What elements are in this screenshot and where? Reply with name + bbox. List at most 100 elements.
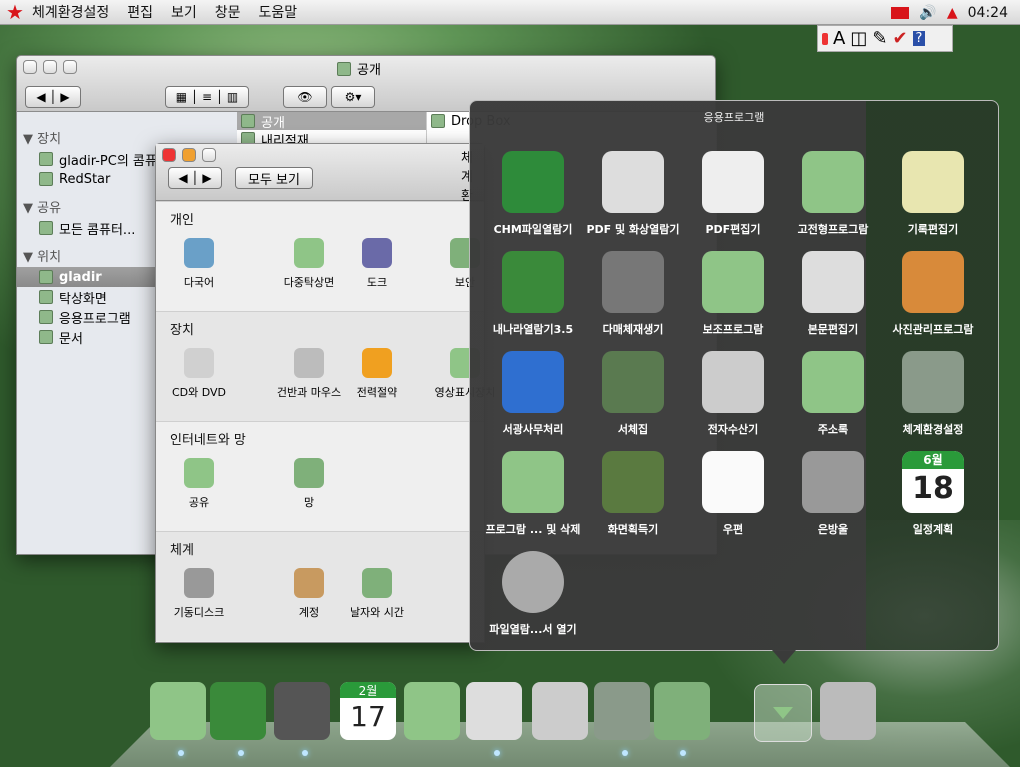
ebook-icon[interactable] <box>150 682 206 740</box>
app-item[interactable]: PDF 및 화상열람기 <box>578 151 688 237</box>
prefs-section: 인터네트와 망 공유 망 <box>156 421 484 531</box>
zoom-button[interactable] <box>63 60 77 74</box>
pref-icon <box>294 458 324 488</box>
calendar-icon[interactable]: 2월 17 <box>340 682 396 740</box>
app-item[interactable]: 주소록 <box>778 351 888 437</box>
app-label: 우편 <box>722 523 744 536</box>
menu-item[interactable]: 편집 <box>127 5 153 21</box>
app-item[interactable]: 화면획득기 <box>578 451 688 537</box>
menu-item[interactable]: 창문 <box>215 5 241 21</box>
browser-globe-icon[interactable] <box>210 682 266 740</box>
app-item[interactable]: 파일열람...서 열기 <box>478 551 588 637</box>
menu-item[interactable]: 도움말 <box>259 5 298 21</box>
app-item[interactable]: CHM파일열람기 <box>478 151 588 237</box>
app-label: 화면획득기 <box>607 523 659 536</box>
pdf-viewer-icon[interactable] <box>466 682 522 740</box>
close-dot-icon[interactable] <box>822 32 828 45</box>
app-item[interactable]: 은방울 <box>778 451 888 537</box>
check-icon[interactable]: ✔ <box>892 28 907 49</box>
close-button[interactable] <box>23 60 37 74</box>
app-icon <box>602 351 664 413</box>
back-forward-buttons[interactable]: ◀ │ ▶ <box>25 86 81 108</box>
minimize-button[interactable] <box>182 148 196 162</box>
pref-label: 기동디스크 <box>173 606 225 619</box>
volume-icon[interactable]: 🔊 <box>919 5 936 21</box>
calendar-day: 17 <box>350 700 386 733</box>
app-label: PDF편집기 <box>705 223 761 236</box>
pref-pane[interactable]: CD와 DVD <box>154 348 244 400</box>
app-item[interactable]: 보조프로그람 <box>678 251 788 337</box>
app-item[interactable]: 전자수산기 <box>678 351 788 437</box>
app-icon <box>902 151 964 213</box>
pref-icon <box>362 238 392 268</box>
disclosure-triangle-icon[interactable]: ▼ <box>23 132 37 147</box>
system-info-icon[interactable] <box>654 682 710 740</box>
pref-pane[interactable]: 공유 <box>154 458 244 510</box>
pref-icon <box>362 568 392 598</box>
system-preferences-icon[interactable] <box>594 682 650 740</box>
app-item[interactable]: 6월 18 일정계획 <box>878 451 988 537</box>
app-item[interactable]: 사진관리프로그람 <box>878 251 988 337</box>
menu-item[interactable]: 보기 <box>171 5 197 21</box>
app-item[interactable]: 서광사무처리 <box>478 351 588 437</box>
pref-pane[interactable]: 기동디스크 <box>154 568 244 620</box>
app-label: 파일열람...서 열기 <box>489 623 577 636</box>
disclosure-triangle-icon[interactable]: ▼ <box>23 201 37 216</box>
pref-pane[interactable]: 도크 <box>332 238 422 290</box>
app-label: 본문편집기 <box>807 323 859 336</box>
app-label: 사진관리프로그람 <box>892 323 974 336</box>
font-a-icon[interactable]: A <box>833 28 845 49</box>
app-item[interactable]: 본문편집기 <box>778 251 888 337</box>
pref-pane[interactable]: 망 <box>264 458 354 510</box>
close-button[interactable] <box>162 148 176 162</box>
prefs-section: 장치 CD와 DVD 건반과 마우스 전력절약 영상표시장치 <box>154 311 495 421</box>
media-player-icon[interactable] <box>274 682 330 740</box>
app-icon <box>502 251 564 313</box>
app-item[interactable]: PDF편집기 <box>678 151 788 237</box>
pref-pane[interactable]: 날자와 시간 <box>332 568 422 620</box>
quick-look-button[interactable]: 👁 <box>283 86 327 108</box>
app-item[interactable]: 프로그람 ... 및 삭제 <box>478 451 588 537</box>
app-label: 보조프로그람 <box>702 323 764 336</box>
action-menu-button[interactable]: ⚙▾ <box>331 86 375 108</box>
view-mode-buttons[interactable]: ▦ │ ≡ │ ▥ <box>165 86 249 108</box>
torch-icon[interactable]: ▲ <box>947 5 958 21</box>
item-icon <box>39 152 53 166</box>
app-item[interactable]: 기록편집기 <box>878 151 988 237</box>
app-label: 서체집 <box>617 423 649 436</box>
pref-pane[interactable]: 다국어 <box>154 238 244 290</box>
menu-bar: ★ 체계환경설정 편집 보기 창문 도움말 🔊 ▲ 04:24 <box>0 0 1020 25</box>
applications-stack-icon[interactable] <box>754 684 812 742</box>
app-item[interactable]: 서체집 <box>578 351 688 437</box>
back-forward-buttons[interactable]: ◀ │ ▶ <box>168 167 222 189</box>
input-toolbar: A ◫ ✎ ✔ ? <box>817 25 953 52</box>
app-label: 기록편집기 <box>907 223 959 236</box>
trash-icon[interactable] <box>820 682 876 740</box>
item-icon <box>39 290 53 304</box>
columns-icon[interactable]: ◫ <box>850 28 867 49</box>
app-item[interactable]: 다매체재생기 <box>578 251 688 337</box>
clock[interactable]: 04:24 <box>968 5 1008 21</box>
prefs-section: 체계 기동디스크 계정 날자와 시간 <box>156 531 484 641</box>
column-item[interactable]: 공개 <box>237 112 426 131</box>
minimize-button[interactable] <box>43 60 57 74</box>
red-star-menu-icon[interactable]: ★ <box>6 0 24 24</box>
pref-icon <box>362 348 392 378</box>
app-item[interactable]: 내나라열람기3.5 <box>478 251 588 337</box>
app-label: PDF 및 화상열람기 <box>586 223 680 236</box>
show-all-button[interactable]: 모두 보기 <box>235 167 313 189</box>
pref-pane[interactable]: 전력절약 <box>332 348 422 400</box>
app-item[interactable]: 우편 <box>678 451 788 537</box>
help-book-icon[interactable]: ? <box>912 31 926 46</box>
app-item[interactable]: 체계환경설정 <box>878 351 988 437</box>
zoom-button[interactable] <box>202 148 216 162</box>
app-item[interactable]: 고전형프로그람 <box>778 151 888 237</box>
menu-item[interactable]: 체계환경설정 <box>32 5 109 21</box>
flag-icon[interactable] <box>891 6 910 19</box>
disclosure-triangle-icon[interactable]: ▼ <box>23 250 37 265</box>
address-book-icon[interactable] <box>404 682 460 740</box>
pref-icon <box>184 458 214 488</box>
calculator-icon[interactable] <box>532 682 588 740</box>
running-indicator <box>680 750 686 756</box>
pen-cup-icon[interactable]: ✎ <box>872 28 887 49</box>
